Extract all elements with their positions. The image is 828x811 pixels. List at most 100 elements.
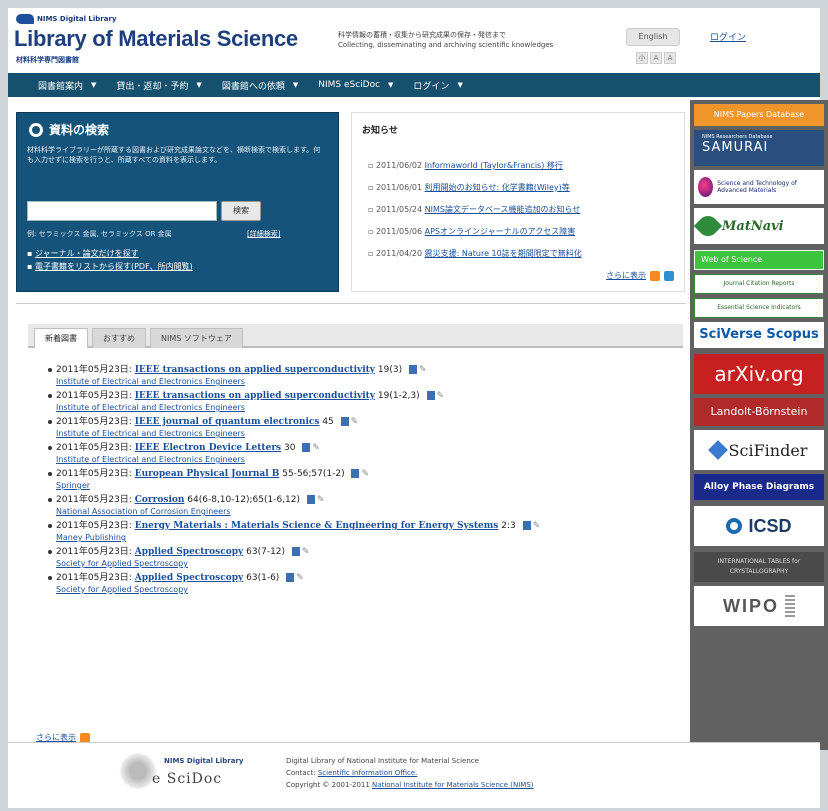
- banner-text: MatNavi: [722, 218, 784, 234]
- nav-item-guide[interactable]: 図書館案内 ▼: [28, 79, 106, 92]
- banner-icsd[interactable]: ICSD: [694, 506, 824, 546]
- list-item: ▪ 電子書籍をリストから探す(PDF、所内閲覧): [27, 262, 193, 271]
- search-button[interactable]: 検索: [221, 201, 261, 221]
- banner-landolt-bornstein[interactable]: Landolt-Börnstein: [694, 398, 824, 426]
- bullet-icon: [48, 419, 52, 424]
- search-title: 資料の検索: [49, 123, 110, 137]
- publisher-link[interactable]: Institute of Electrical and Electronics …: [56, 428, 678, 440]
- book-title-link[interactable]: IEEE journal of quantum electronics: [135, 417, 320, 427]
- banner-arxiv[interactable]: arXiv.org: [694, 354, 824, 394]
- document-icon[interactable]: [522, 521, 531, 530]
- document-icon[interactable]: [302, 443, 311, 452]
- publisher-link[interactable]: National Association of Corrosion Engine…: [56, 506, 678, 518]
- publisher-link[interactable]: Springer: [56, 480, 678, 492]
- news-link[interactable]: NIMS論文データベース機能追加のお知らせ: [425, 205, 581, 214]
- tab-nims-software[interactable]: NIMS ソフトウェア: [150, 328, 243, 348]
- font-medium-button[interactable]: A: [650, 52, 662, 64]
- banner-wipo[interactable]: WIPO: [694, 586, 824, 626]
- document-icon[interactable]: [286, 573, 295, 582]
- book-title-link[interactable]: Applied Spectroscopy: [135, 573, 244, 583]
- nav-item-label: 図書館案内: [38, 81, 84, 92]
- logo-small-text: NIMS Digital Library: [37, 15, 117, 23]
- nav-item-requests[interactable]: 図書館への依頼 ▼: [212, 79, 308, 92]
- publisher-link[interactable]: Institute of Electrical and Electronics …: [56, 454, 678, 466]
- escidoc-logo[interactable]: NIMS Digital Library e SciDoc: [118, 753, 278, 793]
- news-link[interactable]: APSオンラインジャーナルのアクセス障害: [425, 227, 576, 236]
- banner-samurai[interactable]: NIMS Researchers Database SAMURAI: [694, 130, 824, 166]
- banner-matnavi[interactable]: MatNavi: [693, 208, 824, 244]
- nav-item-lending[interactable]: 貸出・返却・予約 ▼: [106, 79, 211, 92]
- banner-journal-citation-reports[interactable]: Journal Citation Reports: [694, 274, 824, 294]
- banner-scopus[interactable]: SciVerse Scopus: [694, 322, 824, 348]
- header-login-link[interactable]: ログイン: [710, 30, 746, 43]
- search-input[interactable]: [27, 201, 217, 221]
- paperclip-icon[interactable]: ✎: [361, 468, 369, 480]
- news-link[interactable]: Informaworld (Taylor&Francis) 移行: [425, 161, 563, 170]
- book-title-link[interactable]: Applied Spectroscopy: [135, 547, 244, 557]
- site-title[interactable]: Library of Materials Science: [14, 26, 298, 52]
- nav-item-escidoc[interactable]: NIMS eSciDoc ▼: [308, 80, 403, 90]
- list-item: 2011年05月23日: Applied Spectroscopy 63(7-1…: [48, 546, 678, 570]
- nims-link[interactable]: National Institute for Materials Science…: [372, 781, 533, 789]
- wipo-bars-icon: [785, 595, 795, 617]
- document-icon[interactable]: [351, 469, 360, 478]
- book-title-link[interactable]: IEEE Electron Device Letters: [135, 443, 281, 453]
- banner-stam[interactable]: Science and Technology of Advanced Mater…: [694, 170, 824, 204]
- rss-icon[interactable]: [80, 732, 90, 743]
- tab-recommended[interactable]: おすすめ: [92, 328, 146, 348]
- rss-icon[interactable]: [650, 270, 660, 281]
- footer-copyright: Copyright © 2001-2011 National Institute…: [286, 779, 534, 791]
- paperclip-icon[interactable]: ✎: [437, 390, 445, 402]
- blog-icon[interactable]: [664, 270, 674, 281]
- book-title-link[interactable]: Energy Materials : Materials Science & E…: [135, 521, 499, 531]
- nims-digital-library-logo[interactable]: NIMS Digital Library: [16, 14, 117, 24]
- book-title-link[interactable]: European Physical Journal B: [135, 469, 280, 479]
- font-small-button[interactable]: 小: [636, 52, 648, 64]
- document-icon[interactable]: [306, 495, 315, 504]
- banner-web-of-science[interactable]: Web of Science: [694, 250, 824, 270]
- paperclip-icon[interactable]: ✎: [533, 520, 541, 532]
- document-icon[interactable]: [408, 365, 417, 374]
- bullet-icon: [48, 497, 52, 502]
- news-item: ▫ 2011/04/20 震災支援: Nature 10誌を期間限定で無料化: [368, 249, 582, 258]
- banner-essential-science-indicators[interactable]: Essential Science Indicators: [694, 298, 824, 318]
- book-title-link[interactable]: Corrosion: [135, 495, 185, 505]
- english-button[interactable]: English: [626, 28, 680, 46]
- book-title-link[interactable]: IEEE transactions on applied superconduc…: [135, 391, 375, 401]
- banner-nims-papers[interactable]: NIMS Papers Database: [694, 104, 824, 126]
- paperclip-icon[interactable]: ✎: [296, 572, 304, 584]
- publisher-link[interactable]: Institute of Electrical and Electronics …: [56, 402, 678, 414]
- document-icon[interactable]: [340, 417, 349, 426]
- tab-new-books[interactable]: 新着図書: [34, 328, 88, 348]
- book-volume: 64(6-8,10-12);65(1-6,12): [187, 495, 300, 505]
- news-date: 2011/05/06: [375, 227, 423, 236]
- tagline: 科学情報の蓄積・収集から研究成果の保存・発信まで Collecting, dis…: [338, 30, 608, 50]
- publisher-link[interactable]: Institute of Electrical and Electronics …: [56, 376, 678, 388]
- banner-international-tables[interactable]: INTERNATIONAL TABLES for CRYSTALLOGRAPHY: [694, 552, 824, 582]
- journals-only-link[interactable]: ジャーナル・論文だけを探す: [35, 249, 139, 258]
- publisher-link[interactable]: Society for Applied Spectroscopy: [56, 584, 678, 596]
- paperclip-icon[interactable]: ✎: [317, 494, 325, 506]
- news-link[interactable]: 利用開始のお知らせ: 化学書籍(Wiley)等: [425, 183, 570, 192]
- news-more-link[interactable]: さらに表示: [606, 270, 646, 281]
- document-icon[interactable]: [291, 547, 300, 556]
- banner-text: WIPO: [723, 595, 779, 616]
- font-large-button[interactable]: A: [664, 52, 676, 64]
- document-icon[interactable]: [426, 391, 435, 400]
- contact-link[interactable]: Scientific Information Office.: [318, 769, 418, 777]
- advanced-search-link[interactable]: [詳細検索]: [247, 229, 280, 239]
- publisher-link[interactable]: Society for Applied Spectroscopy: [56, 558, 678, 570]
- book-date: 2011年05月23日:: [56, 573, 132, 583]
- paperclip-icon[interactable]: ✎: [351, 416, 359, 428]
- publisher-link[interactable]: Maney Publishing: [56, 532, 678, 544]
- news-link[interactable]: 震災支援: Nature 10誌を期間限定で無料化: [425, 249, 582, 258]
- tab-bar: 新着図書 おすすめ NIMS ソフトウェア: [28, 324, 683, 348]
- nav-item-login[interactable]: ログイン ▼: [403, 79, 472, 92]
- banner-alloy-phase-diagrams[interactable]: Alloy Phase Diagrams: [694, 474, 824, 500]
- book-title-link[interactable]: IEEE transactions on applied superconduc…: [135, 365, 375, 375]
- banner-scifinder[interactable]: SciFinder: [694, 430, 824, 470]
- paperclip-icon[interactable]: ✎: [419, 364, 427, 376]
- ebooks-list-link[interactable]: 電子書籍をリストから探す(PDF、所内閲覧): [35, 262, 193, 271]
- paperclip-icon[interactable]: ✎: [302, 546, 310, 558]
- paperclip-icon[interactable]: ✎: [312, 442, 320, 454]
